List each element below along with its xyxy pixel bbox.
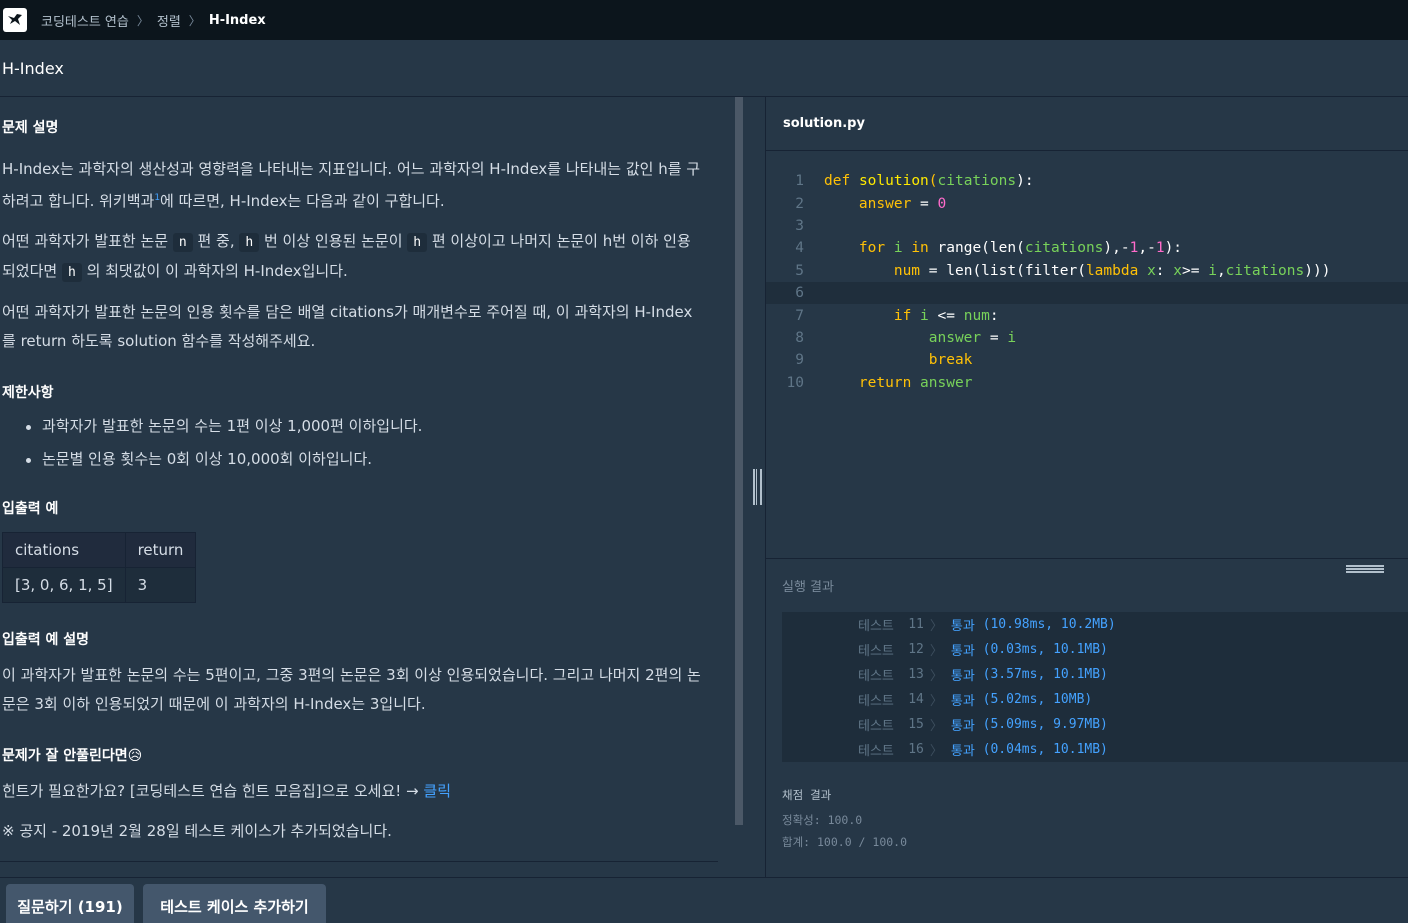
test-result-row: 테스트 11 〉 통과 (10.98ms, 10.2MB) (858, 617, 1116, 634)
breadcrumb-item-sort[interactable]: 정렬 (157, 11, 181, 30)
page-title: H-Index (2, 58, 64, 78)
editor-file-tab[interactable]: solution.py (766, 97, 1408, 151)
code-line: 9 break (795, 352, 973, 369)
question-button[interactable]: 질문하기 (191) (6, 884, 134, 923)
breadcrumb-item-current: H-Index (208, 12, 266, 28)
code-line: 10 return answer (786, 374, 973, 391)
hint-link[interactable]: 클릭 (423, 782, 451, 800)
test-result-row: 테스트 16 〉 통과 (0.04ms, 10.1MB) (858, 742, 1108, 759)
divider (0, 861, 718, 862)
drag-handle-icon[interactable] (1346, 565, 1384, 573)
title-bar: H-Index (0, 40, 1408, 97)
resize-handle-icon[interactable] (753, 469, 762, 505)
editor-panel: solution.py 1 def solution(citations): 2 … (765, 97, 1408, 877)
code-h: h (239, 233, 260, 252)
result-header: 실행 결과 (766, 558, 1408, 612)
io-example-heading: 입출력 예 (2, 501, 59, 517)
code-line: 3 (795, 217, 804, 234)
accuracy-score: 정확성: 100.0 (782, 813, 863, 827)
list-item: 과학자가 발표한 논문의 수는 1편 이상 1,000편 이하입니다. (24, 410, 702, 443)
problem-panel: 문제 설명 H-Index는 과학자의 생산성과 영향력을 나타내는 지표입니다… (0, 97, 735, 877)
notice-paragraph: ※ 공지 - 2019년 2월 28일 테스트 케이스가 추가되었습니다. (2, 822, 392, 840)
grade-heading: 채점 결과 (782, 788, 832, 802)
constraints-list: 과학자가 발표한 논문의 수는 1편 이상 1,000편 이하입니다. 논문별 … (24, 410, 702, 476)
test-result-row: 테스트 15 〉 통과 (5.09ms, 9.97MB) (858, 717, 1108, 734)
result-output[interactable]: 테스트 11 〉 통과 (10.98ms, 10.2MB) 테스트 12 〉 통과 (0.0… (782, 612, 1408, 762)
code-line: 7 if i <= num: (795, 307, 999, 324)
test-result-row: 테스트 14 〉 통과 (5.02ms, 10MB) (858, 692, 1093, 709)
table-header: citations (2, 532, 126, 568)
table-header: return (124, 532, 197, 568)
breadcrumb-item-coding-test[interactable]: 코딩테스트 연습 (41, 11, 129, 30)
code-line: 2 answer = 0 (795, 195, 947, 212)
total-score: 합계: 100.0 / 100.0 (782, 835, 908, 849)
description-paragraph-2: 어떤 과학자가 발표한 논문 n 편 중, h 번 이상 인용된 논문이 h 편… (2, 232, 691, 282)
add-testcase-button[interactable]: 테스트 케이스 추가하기 (143, 884, 326, 923)
code-line: 4 for i in range(len(citations),-1,-1): (795, 240, 1183, 257)
chevron-right-icon: 〉 (136, 13, 149, 28)
description-heading: 문제 설명 (2, 120, 59, 136)
test-result-row: 테스트 12 〉 통과 (0.03ms, 10.1MB) (858, 642, 1108, 659)
top-nav: 코딩테스트 연습 〉 정렬 〉 H-Index (0, 0, 1408, 40)
table-cell: 3 (124, 567, 197, 603)
code-line: 8 answer = i (795, 329, 1017, 346)
code-h: h (61, 263, 82, 282)
io-explain-heading: 입출력 예 설명 (2, 632, 90, 648)
programmers-logo-icon[interactable] (3, 8, 27, 32)
code-line-active: 6 (766, 281, 1408, 305)
test-result-row: 테스트 13 〉 통과 (3.57ms, 10.1MB) (858, 667, 1108, 684)
hint-heading: 문제가 잘 안풀린다면😥 (2, 748, 143, 764)
code-line: 1 def solution(citations): (795, 173, 1034, 190)
code-editor[interactable]: 1 def solution(citations): 2 answer = 0 3… (766, 151, 1408, 558)
chevron-right-icon: 〉 (188, 13, 201, 28)
constraints-heading: 제한사항 (2, 385, 54, 401)
table-row: [3, 0, 6, 1, 5] 3 (2, 567, 197, 603)
table-cell: [3, 0, 6, 1, 5] (2, 567, 126, 603)
io-example-table: citations return [3, 0, 6, 1, 5] 3 (2, 532, 197, 603)
description-paragraph-1: H-Index는 과학자의 생산성과 영향력을 나타내는 지표입니다. 어느 과… (2, 160, 701, 210)
code-h: h (407, 233, 428, 252)
hint-paragraph: 힌트가 필요한가요? [코딩테스트 연습 힌트 모음집]으로 오세요! → 클릭 (2, 782, 452, 800)
list-item: 논문별 인용 횟수는 0회 이상 10,000회 이하입니다. (24, 443, 702, 476)
code-line: 5 num = len(list(filter(lambda x: x>= i,… (795, 262, 1331, 279)
description-paragraph-3: 어떤 과학자가 발표한 논문의 인용 횟수를 담은 배열 citations가 … (2, 303, 693, 350)
scrollbar[interactable] (735, 97, 743, 825)
result-heading: 실행 결과 (782, 580, 834, 595)
io-explain-paragraph: 이 과학자가 발표한 논문의 수는 5편이고, 그중 3편의 논문은 3회 이상… (2, 666, 701, 713)
bottom-bar: 질문하기 (191) 테스트 케이스 추가하기 (0, 877, 1408, 923)
code-n: n (172, 233, 193, 252)
breadcrumb: 코딩테스트 연습 〉 정렬 〉 H-Index (41, 11, 266, 30)
